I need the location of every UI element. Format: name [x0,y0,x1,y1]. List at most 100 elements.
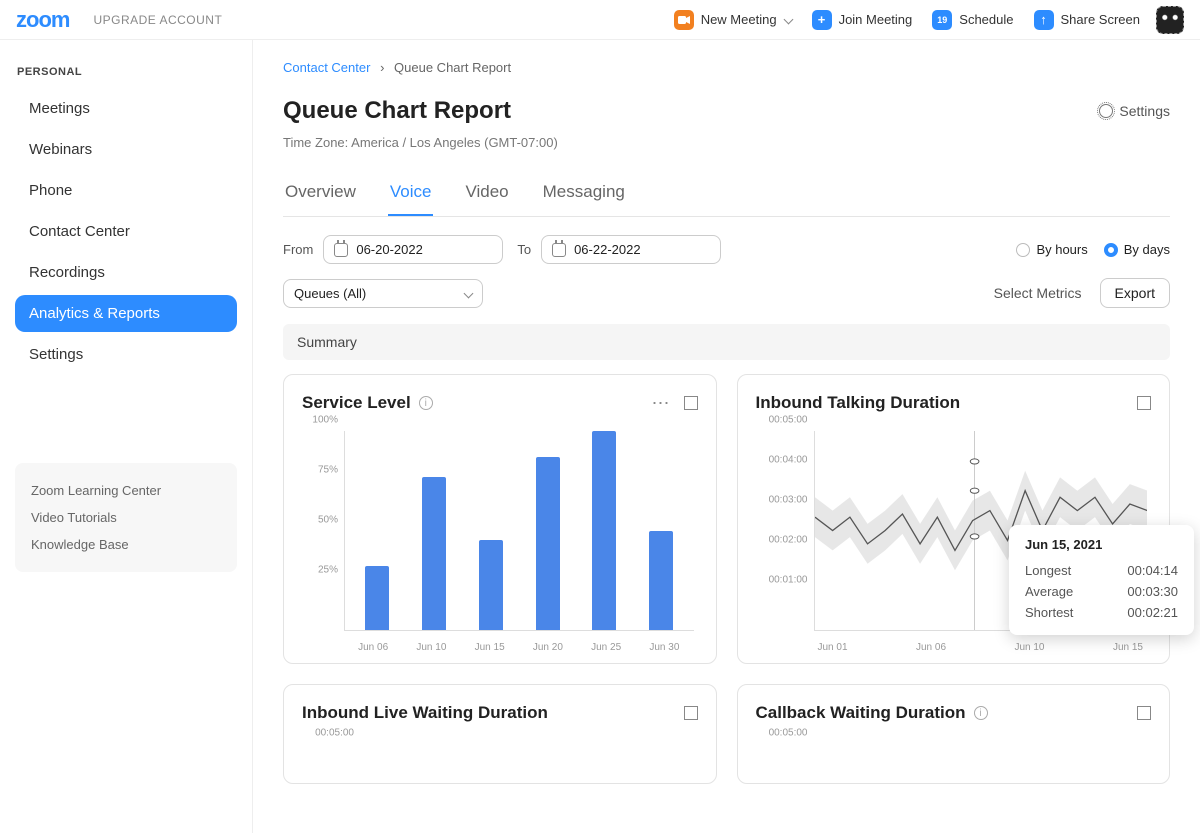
bar [479,540,503,630]
y-tick: 00:05:00 [769,415,808,426]
card-inbound-live: Inbound Live Waiting Duration 00:05:00 [283,684,717,784]
tooltip-average-value: 00:03:30 [1127,584,1178,599]
export-button[interactable]: Export [1100,278,1170,308]
bar [592,431,616,630]
bar [422,477,446,630]
card-title: Inbound Talking Duration [756,393,961,413]
calendar-icon [334,243,348,257]
to-label: To [517,242,531,257]
by-days-radio[interactable]: By days [1104,242,1170,257]
bar [536,457,560,630]
to-date-input[interactable]: 06-22-2022 [541,235,721,264]
bar [365,566,389,630]
breadcrumb-current: Queue Chart Report [394,60,511,75]
help-video-tutorials[interactable]: Video Tutorials [29,504,223,531]
sidebar-item-meetings[interactable]: Meetings [15,90,237,127]
chevron-down-icon [783,15,793,25]
expand-icon[interactable] [684,706,698,720]
card-inbound-talking: Inbound Talking Duration 00:05:00 00:04:… [737,374,1171,664]
tab-voice[interactable]: Voice [388,174,434,216]
content: Contact Center › Queue Chart Report Queu… [253,40,1200,833]
video-icon [674,10,694,30]
inbound-live-chart: 00:05:00 [302,733,698,773]
card-title: Inbound Live Waiting Duration [302,703,548,723]
tabs: Overview Voice Video Messaging [283,174,1170,217]
tab-video[interactable]: Video [463,174,510,216]
avatar[interactable] [1156,6,1184,34]
bar [649,531,673,631]
radio-icon [1016,243,1030,257]
to-date-value: 06-22-2022 [574,242,641,257]
by-days-label: By days [1124,242,1170,257]
zoom-logo: zoom [16,7,69,33]
expand-icon[interactable] [1137,396,1151,410]
x-tick: Jun 25 [591,642,621,653]
sidebar-item-analytics[interactable]: Analytics & Reports [15,295,237,332]
help-box: Zoom Learning Center Video Tutorials Kno… [15,463,237,572]
from-date-input[interactable]: 06-20-2022 [323,235,503,264]
y-tick: 75% [318,465,338,476]
schedule-label: Schedule [959,12,1013,27]
summary-heading: Summary [283,324,1170,360]
tooltip-date: Jun 15, 2021 [1025,537,1178,552]
schedule-button[interactable]: 19 Schedule [932,10,1013,30]
x-tick: Jun 06 [916,642,946,653]
info-icon[interactable]: i [974,706,988,720]
share-screen-label: Share Screen [1061,12,1141,27]
queues-select[interactable]: Queues (All) [283,279,483,308]
sidebar-item-contact-center[interactable]: Contact Center [15,213,237,250]
by-hours-radio[interactable]: By hours [1016,242,1087,257]
y-tick: 00:03:00 [769,495,808,506]
x-tick: Jun 15 [475,642,505,653]
x-tick: Jun 20 [533,642,563,653]
sidebar-heading: PERSONAL [17,66,237,78]
x-tick: Jun 01 [818,642,848,653]
join-meeting-button[interactable]: + Join Meeting [812,10,913,30]
y-tick: 00:05:00 [769,728,808,739]
x-tick: Jun 15 [1113,642,1143,653]
y-tick: 50% [318,515,338,526]
card-title: Service Level [302,393,411,413]
sidebar-item-webinars[interactable]: Webinars [15,131,237,168]
sidebar-item-settings[interactable]: Settings [15,336,237,373]
timezone-text: Time Zone: America / Los Angeles (GMT-07… [283,135,1170,150]
tooltip-average-label: Average [1025,584,1073,599]
settings-label: Settings [1119,103,1170,119]
upgrade-account-link[interactable]: UPGRADE ACCOUNT [93,13,222,27]
breadcrumb-parent[interactable]: Contact Center [283,60,370,75]
chart-tooltip: Jun 15, 2021 Longest00:04:14 Average00:0… [1009,525,1194,635]
help-knowledge-base[interactable]: Knowledge Base [29,531,223,558]
y-tick: 00:02:00 [769,535,808,546]
sidebar-item-recordings[interactable]: Recordings [15,254,237,291]
top-header: zoom UPGRADE ACCOUNT New Meeting + Join … [0,0,1200,40]
expand-icon[interactable] [1137,706,1151,720]
by-hours-label: By hours [1036,242,1087,257]
radio-icon [1104,243,1118,257]
share-screen-button[interactable]: ↑ Share Screen [1034,10,1141,30]
from-date-value: 06-20-2022 [356,242,423,257]
expand-icon[interactable] [684,396,698,410]
card-service-level: Service Level i 100% 75% 50% 25% [283,374,717,664]
more-icon[interactable] [652,394,670,412]
tab-messaging[interactable]: Messaging [541,174,627,216]
share-icon: ↑ [1034,10,1054,30]
queues-value: Queues (All) [294,286,366,301]
settings-button[interactable]: Settings [1099,103,1170,119]
help-learning-center[interactable]: Zoom Learning Center [29,477,223,504]
x-tick: Jun 30 [649,642,679,653]
y-tick: 00:05:00 [315,728,354,739]
x-tick: Jun 06 [358,642,388,653]
tooltip-shortest-value: 00:02:21 [1127,605,1178,620]
tab-overview[interactable]: Overview [283,174,358,216]
sidebar-item-phone[interactable]: Phone [15,172,237,209]
service-level-chart: 100% 75% 50% 25% Jun 06Jun 10Jun 15Jun 2… [302,423,698,653]
page-title: Queue Chart Report [283,97,511,125]
plus-icon: + [812,10,832,30]
select-metrics-button[interactable]: Select Metrics [994,285,1082,301]
new-meeting-button[interactable]: New Meeting [674,10,792,30]
chevron-down-icon [464,288,474,298]
tooltip-longest-value: 00:04:14 [1127,563,1178,578]
info-icon[interactable]: i [419,396,433,410]
breadcrumb: Contact Center › Queue Chart Report [283,60,1170,75]
card-title: Callback Waiting Duration [756,703,966,723]
